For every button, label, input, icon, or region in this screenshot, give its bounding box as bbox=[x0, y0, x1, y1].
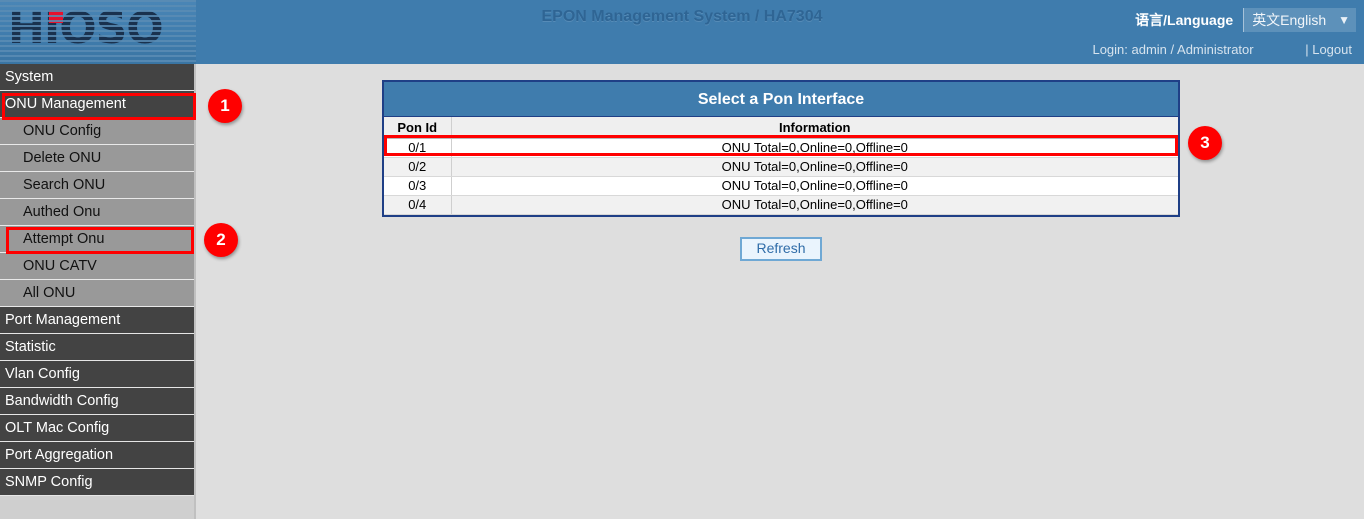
cell-pon-id[interactable]: 0/2 bbox=[384, 157, 451, 176]
chevron-down-icon: ▼ bbox=[1338, 13, 1350, 27]
sidebar-item-port-aggregation[interactable]: Port Aggregation bbox=[0, 442, 194, 469]
sidebar-item-label: Port Aggregation bbox=[5, 447, 113, 463]
sidebar-item-onu-config[interactable]: ONU Config bbox=[0, 118, 194, 145]
sidebar-item-bandwidth-config[interactable]: Bandwidth Config bbox=[0, 388, 194, 415]
cell-pon-id[interactable]: 0/1 bbox=[384, 138, 451, 157]
annotation-badge-2: 2 bbox=[204, 223, 238, 257]
sidebar-item-statistic[interactable]: Statistic bbox=[0, 334, 194, 361]
sidebar-item-port-management[interactable]: Port Management bbox=[0, 307, 194, 334]
pon-interface-table: Pon Id Information 0/1 ONU Total=0,Onlin… bbox=[384, 117, 1178, 215]
sidebar-item-olt-mac-config[interactable]: OLT Mac Config bbox=[0, 415, 194, 442]
table-header-row: Pon Id Information bbox=[384, 117, 1178, 138]
cell-information: ONU Total=0,Online=0,Offline=0 bbox=[451, 176, 1178, 195]
login-user-text: Login: admin / Administrator bbox=[1092, 42, 1253, 57]
sidebar-item-label: Port Management bbox=[5, 312, 120, 328]
sidebar-item-label: OLT Mac Config bbox=[5, 420, 109, 436]
language-select[interactable]: 英文English ▼ bbox=[1243, 8, 1356, 32]
table-row[interactable]: 0/1 ONU Total=0,Online=0,Offline=0 bbox=[384, 138, 1178, 157]
sidebar-item-label: Search ONU bbox=[23, 177, 105, 193]
sidebar-item-label: System bbox=[5, 69, 53, 85]
sidebar-item-label: All ONU bbox=[23, 285, 75, 301]
sidebar: System ONU Management ONU Config Delete … bbox=[0, 64, 196, 519]
sidebar-item-label: ONU CATV bbox=[23, 258, 97, 274]
cell-pon-id[interactable]: 0/3 bbox=[384, 176, 451, 195]
column-header-information: Information bbox=[451, 117, 1178, 138]
sidebar-item-label: Vlan Config bbox=[5, 366, 80, 382]
sidebar-item-label: ONU Management bbox=[5, 96, 126, 112]
sidebar-item-label: Authed Onu bbox=[23, 204, 100, 220]
sidebar-item-onu-catv[interactable]: ONU CATV bbox=[0, 253, 194, 280]
cell-information: ONU Total=0,Online=0,Offline=0 bbox=[451, 157, 1178, 176]
annotation-badge-1: 1 bbox=[208, 89, 242, 123]
sidebar-item-label: Delete ONU bbox=[23, 150, 101, 166]
cell-information: ONU Total=0,Online=0,Offline=0 bbox=[451, 195, 1178, 214]
annotation-badge-3: 3 bbox=[1188, 126, 1222, 160]
language-label: 语言/Language bbox=[1135, 10, 1233, 30]
sidebar-item-label: Bandwidth Config bbox=[5, 393, 119, 409]
sidebar-item-attempt-onu[interactable]: Attempt Onu bbox=[0, 226, 194, 253]
sidebar-item-search-onu[interactable]: Search ONU bbox=[0, 172, 194, 199]
app-header: HIOSO EPON Management System / HA7304 语言… bbox=[0, 0, 1364, 64]
sidebar-item-all-onu[interactable]: All ONU bbox=[0, 280, 194, 307]
pon-interface-panel: Select a Pon Interface Pon Id Informatio… bbox=[382, 80, 1180, 217]
sidebar-item-authed-onu[interactable]: Authed Onu bbox=[0, 199, 194, 226]
sidebar-item-system[interactable]: System bbox=[0, 64, 194, 91]
sidebar-item-snmp-config[interactable]: SNMP Config bbox=[0, 469, 194, 496]
sidebar-item-vlan-config[interactable]: Vlan Config bbox=[0, 361, 194, 388]
cell-information: ONU Total=0,Online=0,Offline=0 bbox=[451, 138, 1178, 157]
cell-pon-id[interactable]: 0/4 bbox=[384, 195, 451, 214]
sidebar-item-delete-onu[interactable]: Delete ONU bbox=[0, 145, 194, 172]
language-selected-value: 英文English bbox=[1252, 10, 1326, 30]
language-area: 语言/Language 英文English ▼ bbox=[1135, 8, 1356, 32]
sidebar-item-label: ONU Config bbox=[23, 123, 101, 139]
sidebar-item-label: Statistic bbox=[5, 339, 56, 355]
column-header-pon-id: Pon Id bbox=[384, 117, 451, 138]
panel-title: Select a Pon Interface bbox=[384, 82, 1178, 117]
logout-link[interactable]: | Logout bbox=[1305, 42, 1352, 57]
sidebar-item-label: Attempt Onu bbox=[23, 231, 104, 247]
table-row[interactable]: 0/4 ONU Total=0,Online=0,Offline=0 bbox=[384, 195, 1178, 214]
refresh-button[interactable]: Refresh bbox=[740, 237, 821, 261]
sidebar-item-label: SNMP Config bbox=[5, 474, 93, 490]
sidebar-item-onu-management[interactable]: ONU Management bbox=[0, 91, 194, 118]
login-bar: Login: admin / Administrator | Logout bbox=[0, 42, 1364, 64]
table-row[interactable]: 0/3 ONU Total=0,Online=0,Offline=0 bbox=[384, 176, 1178, 195]
refresh-area: Refresh bbox=[382, 237, 1180, 261]
table-row[interactable]: 0/2 ONU Total=0,Online=0,Offline=0 bbox=[384, 157, 1178, 176]
